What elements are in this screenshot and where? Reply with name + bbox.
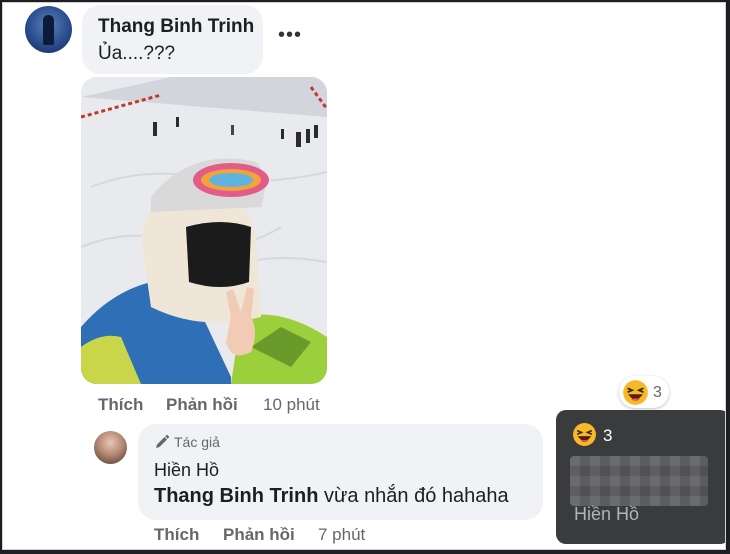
comment-timestamp[interactable]: 10 phút	[263, 395, 320, 414]
reply-author-name[interactable]: Hiền Hồ	[154, 460, 219, 481]
reply-reply-button[interactable]: Phản hồi	[223, 525, 295, 544]
blurred-names	[570, 456, 708, 506]
pencil-icon	[156, 434, 170, 448]
reply-actions-time: 7 phút	[318, 525, 365, 545]
reply-text: Thang Binh Trinh vừa nhắn đó hahaha	[154, 485, 509, 508]
author-badge-label: Tác giả	[174, 434, 220, 450]
reactions-tooltip: 3 Hiền Hồ	[556, 410, 725, 544]
commenter-avatar[interactable]	[25, 6, 72, 53]
more-options-icon[interactable]: •••	[277, 25, 303, 47]
reaction-badge[interactable]: 3	[619, 376, 669, 408]
comment-bubble: Thang Binh Trinh Ủa....???	[82, 5, 263, 74]
reply-button[interactable]: Phản hồi	[166, 395, 238, 414]
comment-actions-time: 10 phút	[263, 395, 320, 415]
reply-actions: Thích	[154, 525, 199, 545]
reply-bubble: Tác giả Hiền Hồ Thang Binh Trinh vừa nhắ…	[138, 424, 543, 520]
reply-like-button[interactable]: Thích	[154, 525, 199, 544]
reply-avatar[interactable]	[94, 431, 127, 464]
ski-selfie-image	[81, 77, 327, 384]
comment-text: Ủa....???	[98, 43, 176, 64]
comment-actions-reply: Phản hồi	[166, 395, 238, 415]
reply-timestamp[interactable]: 7 phút	[318, 525, 365, 544]
author-badge: Tác giả	[154, 434, 220, 450]
reply-message: vừa nhắn đó hahaha	[318, 485, 509, 507]
laughing-emoji-icon	[623, 380, 648, 405]
like-button[interactable]: Thích	[98, 395, 143, 414]
comment-actions: Thích	[98, 395, 143, 415]
tooltip-reactor-name: Hiền Hồ	[574, 504, 640, 524]
mention-link[interactable]: Thang Binh Trinh	[154, 485, 318, 507]
reply-actions-reply: Phản hồi	[223, 525, 295, 545]
tooltip-reaction-count: 3	[603, 426, 613, 445]
commenter-name[interactable]: Thang Binh Trinh	[98, 16, 254, 38]
reaction-count: 3	[653, 384, 662, 401]
comment-thread: Thang Binh Trinh Ủa....??? ••• Thích Phả…	[2, 2, 726, 550]
laughing-emoji-icon	[573, 423, 596, 446]
comment-photo[interactable]	[81, 77, 327, 384]
